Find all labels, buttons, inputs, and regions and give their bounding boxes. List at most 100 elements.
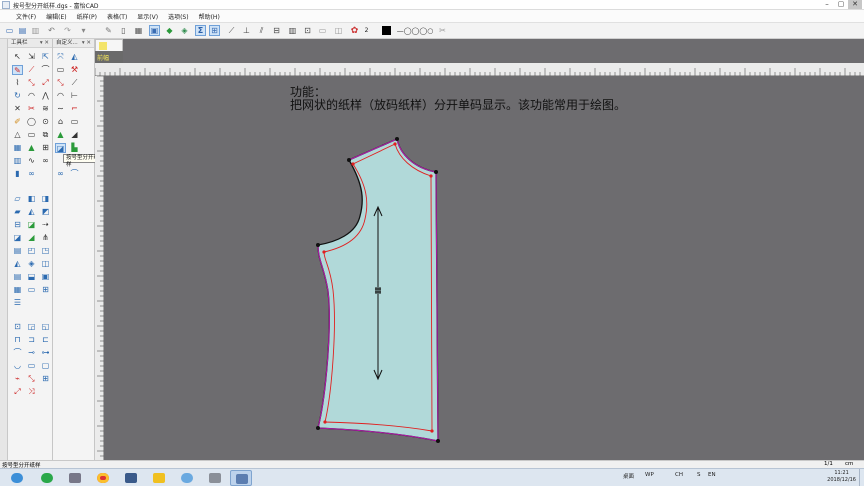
custom-pair-icon[interactable]: ⌂ — [55, 117, 66, 127]
menu-view[interactable]: 显示(V) — [137, 12, 158, 21]
mark-icon[interactable]: ⊡ — [302, 25, 313, 36]
mirror-tool-icon[interactable]: ⤢ — [40, 78, 51, 88]
grade-angle-icon[interactable]: ⊶ — [40, 348, 51, 358]
grid-table-icon[interactable]: ▦ — [133, 25, 144, 36]
taskbar-app-player[interactable] — [148, 470, 170, 486]
split-tool-icon[interactable]: ⊟ — [12, 220, 23, 230]
grade-cut-icon[interactable]: ⌁ — [12, 374, 23, 384]
wave-tool-icon[interactable]: ∿ — [26, 156, 37, 166]
scissors-tool-icon[interactable]: ✂ — [26, 104, 37, 114]
clock[interactable]: 11:21 2018/12/16 — [827, 470, 856, 484]
card-tool-icon[interactable]: ▭ — [26, 285, 37, 295]
taskbar-app-media[interactable] — [64, 470, 86, 486]
custom-green-icon[interactable]: ▙ — [69, 143, 80, 153]
grade-point-icon[interactable]: ⊡ — [12, 322, 23, 332]
measure-icon[interactable]: ⟋ — [226, 25, 237, 36]
custom-panel-pin-icon[interactable]: ▾ ✕ — [82, 39, 91, 48]
grade-box-icon[interactable]: ▢ — [40, 361, 51, 371]
area-tool-icon[interactable]: ◢ — [26, 233, 37, 243]
merge-tool-icon[interactable]: ◪ — [26, 220, 37, 230]
sum-icon[interactable]: Σ — [195, 25, 206, 36]
color-wheel-icon[interactable]: ✿ — [349, 25, 360, 36]
bucket-tool-icon[interactable]: ◈ — [26, 259, 37, 269]
menu-help[interactable]: 帮助(H) — [199, 12, 220, 21]
split-by-size-icon[interactable]: ◪ — [55, 143, 66, 153]
custom-loop-icon[interactable]: ∞ — [55, 169, 66, 179]
maximize-button[interactable]: ▢ — [834, 0, 848, 9]
adjust-icon[interactable]: ⇲ — [26, 52, 37, 62]
corner-tool-icon[interactable]: ◩ — [40, 207, 51, 217]
pencil-tool-icon[interactable]: ✎ — [12, 65, 23, 75]
point-hem-left-seam[interactable] — [323, 420, 327, 424]
grade-arc-icon[interactable]: ◡ — [12, 361, 23, 371]
new-file-icon[interactable]: ▭ — [4, 25, 15, 36]
grade-table-tool-icon[interactable]: ⊞ — [40, 374, 51, 384]
fold2-tool-icon[interactable]: ▤ — [12, 246, 23, 256]
copy-tool-icon[interactable]: ⧉ — [40, 130, 51, 140]
grade-curve-icon[interactable]: ⌒ — [12, 348, 23, 358]
column-tool-icon[interactable]: ▮ — [12, 169, 23, 179]
pleat-tool-icon[interactable]: ≋ — [40, 104, 51, 114]
fold-tool-icon[interactable]: ✕ — [12, 104, 23, 114]
save-icon[interactable]: ▥ — [30, 25, 41, 36]
notch-tool-icon[interactable]: ◨ — [40, 194, 51, 204]
drawing-canvas[interactable] — [104, 76, 864, 460]
point-neck-seam[interactable] — [351, 162, 355, 166]
custom-grade-icon[interactable]: ▭ — [69, 117, 80, 127]
ruler-icon[interactable]: ⊥ — [241, 25, 252, 36]
pencil-icon[interactable]: ✎ — [103, 25, 114, 36]
point-armhole-seam[interactable] — [322, 250, 326, 254]
fill-tool-icon[interactable]: ▲ — [26, 143, 37, 153]
custom-arc-icon[interactable]: ◠ — [55, 91, 66, 101]
extend-tool-icon[interactable]: ⊞ — [40, 285, 51, 295]
select-arrow-icon[interactable]: ↖ — [12, 52, 23, 62]
print-icon[interactable]: ▭ — [317, 25, 328, 36]
tray-desktop[interactable]: 桌面 — [623, 472, 634, 480]
point-shoulder-tip-outer[interactable] — [434, 170, 438, 174]
taskbar-cad-app[interactable] — [230, 470, 252, 486]
grade-measure-icon[interactable]: ⤡ — [26, 374, 37, 384]
arc-tool-icon[interactable]: ◠ — [26, 91, 37, 101]
button-tool-icon[interactable]: ⊙ — [40, 117, 51, 127]
size-table-icon[interactable]: ▥ — [287, 25, 298, 36]
grade-paste-icon[interactable]: ⊐ — [26, 335, 37, 345]
align-tool-icon[interactable]: ⬓ — [26, 272, 37, 282]
plot-icon[interactable]: ◫ — [333, 25, 344, 36]
custom-span-icon[interactable]: ⊢ — [69, 91, 80, 101]
grade-split-icon[interactable]: ⤨ — [26, 387, 37, 397]
layer-icon[interactable]: ◈ — [179, 25, 190, 36]
close-button[interactable]: ✕ — [848, 0, 862, 9]
arrow-tool-icon[interactable]: ⇢ — [40, 220, 51, 230]
point-adjust-icon[interactable]: ⇱ — [40, 52, 51, 62]
redo-dropdown-icon[interactable]: ▾ — [78, 25, 89, 36]
taskbar-app-photo[interactable] — [120, 470, 142, 486]
custom-wave-icon[interactable]: ⌒ — [69, 169, 80, 179]
tray-wps[interactable]: WP — [645, 472, 654, 478]
dart-tool-icon[interactable]: ⋀ — [40, 91, 51, 101]
custom-flag-icon[interactable]: ◢ — [69, 130, 80, 140]
line-tool-icon[interactable]: ⟋ — [26, 65, 37, 75]
pen-tool-icon[interactable]: ✐ — [12, 117, 23, 127]
link-tool-icon[interactable]: ∞ — [26, 169, 37, 179]
point-hem-right-outer[interactable] — [436, 439, 440, 443]
redo-icon[interactable]: ↷ — [62, 25, 73, 36]
grade-x-icon[interactable]: ◲ — [26, 322, 37, 332]
loop-tool-icon[interactable]: ∞ — [40, 156, 51, 166]
taskbar-chrome-icon[interactable] — [92, 470, 114, 486]
point-hem-left-outer[interactable] — [316, 426, 320, 430]
curve-tool-icon[interactable]: ⌒ — [40, 65, 51, 75]
book-tool-icon[interactable]: ▦ — [12, 285, 23, 295]
line-size-value[interactable]: 2 — [361, 25, 372, 36]
document-icon[interactable]: ▯ — [118, 25, 129, 36]
custom-select-icon[interactable]: ⤧ — [55, 52, 66, 62]
align-icon[interactable]: ⊟ — [271, 25, 282, 36]
custom-ruler-icon[interactable]: ⟋ — [69, 78, 80, 88]
piece-icon[interactable]: ◆ — [164, 25, 175, 36]
shape-tool-icon[interactable]: ◪ — [12, 233, 23, 243]
custom-rect-icon[interactable]: ▭ — [55, 65, 66, 75]
custom-curve-icon[interactable]: ∼ — [55, 104, 66, 114]
custom-shape-icon[interactable]: ◭ — [69, 52, 80, 62]
menu-file[interactable]: 文件(F) — [16, 12, 36, 21]
menu-edit[interactable]: 编辑(E) — [46, 12, 66, 21]
menu-pattern[interactable]: 纸样(P) — [77, 12, 97, 21]
